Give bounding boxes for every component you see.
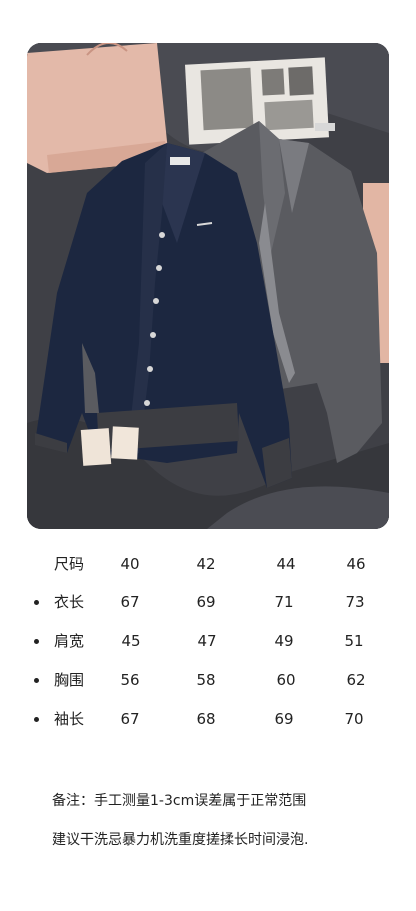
table-row: 袖长 67 68 69 70 (0, 705, 416, 735)
row-label: 袖长 (54, 710, 85, 728)
table-cell: 69 (196, 593, 216, 611)
row-label: 肩宽 (54, 632, 85, 650)
table-cell: 67 (120, 593, 140, 611)
size-value: 42 (196, 555, 216, 573)
care-note-2: 建议干洗忌暴力机洗重度搓揉长时间浸泡. (52, 832, 309, 848)
table-cell: 71 (274, 593, 294, 611)
bullet-icon (34, 717, 39, 722)
bullet-icon (34, 639, 39, 644)
table-cell: 49 (274, 632, 294, 650)
size-header-label: 尺码 (54, 555, 85, 573)
table-cell: 60 (276, 671, 296, 689)
table-cell: 62 (346, 671, 366, 689)
table-cell: 68 (196, 710, 216, 728)
table-cell: 67 (120, 710, 140, 728)
table-cell: 47 (197, 632, 217, 650)
table-row: 肩宽 45 47 49 51 (0, 627, 416, 657)
table-cell: 58 (196, 671, 216, 689)
table-row: 衣长 67 69 71 73 (0, 588, 416, 618)
table-cell: 70 (344, 710, 364, 728)
table-cell: 45 (121, 632, 141, 650)
table-cell: 69 (274, 710, 294, 728)
size-value: 44 (276, 555, 296, 573)
bullet-icon (34, 678, 39, 683)
care-note-1: 备注：手工测量1-3cm误差属于正常范围 (52, 793, 307, 809)
table-cell: 73 (345, 593, 365, 611)
size-value: 40 (120, 555, 140, 573)
product-photo (27, 43, 389, 529)
row-label: 衣长 (54, 593, 85, 611)
table-cell: 56 (120, 671, 140, 689)
size-header-row: 尺码 40 42 44 46 (0, 550, 416, 580)
table-row: 胸围 56 58 60 62 (0, 666, 416, 696)
row-label: 胸围 (54, 671, 85, 689)
table-cell: 51 (344, 632, 364, 650)
bullet-icon (34, 600, 39, 605)
size-value: 46 (346, 555, 366, 573)
